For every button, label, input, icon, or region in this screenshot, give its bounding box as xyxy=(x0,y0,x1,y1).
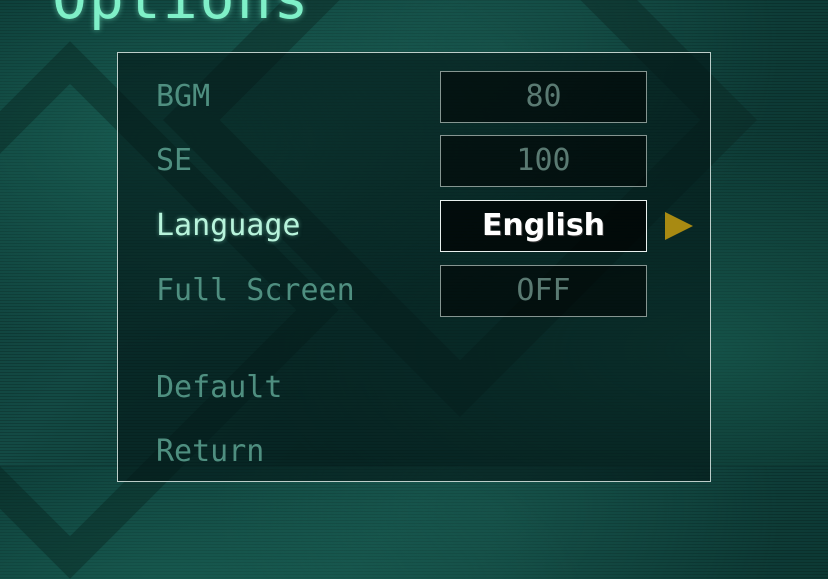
setting-value-se[interactable]: 100 xyxy=(440,135,647,187)
setting-row-se[interactable]: SE 100 xyxy=(118,133,710,189)
page-title: Options xyxy=(52,0,310,30)
setting-label-se: SE xyxy=(156,143,193,178)
setting-label-language: Language xyxy=(156,208,301,243)
triangle-right-icon[interactable] xyxy=(665,212,693,240)
setting-row-language[interactable]: Language English xyxy=(118,198,710,254)
setting-label-bgm: BGM xyxy=(156,79,211,114)
setting-label-full-screen: Full Screen xyxy=(156,273,355,308)
setting-value-bgm[interactable]: 80 xyxy=(440,71,647,123)
setting-value-language[interactable]: English xyxy=(440,200,647,252)
options-panel: BGM 80 SE 100 Language English Full Scre… xyxy=(117,52,711,482)
setting-row-bgm[interactable]: BGM 80 xyxy=(118,69,710,125)
setting-value-full-screen[interactable]: OFF xyxy=(440,265,647,317)
return-button[interactable]: Return xyxy=(156,427,264,477)
setting-row-full-screen[interactable]: Full Screen OFF xyxy=(118,263,710,319)
default-button[interactable]: Default xyxy=(156,363,282,413)
